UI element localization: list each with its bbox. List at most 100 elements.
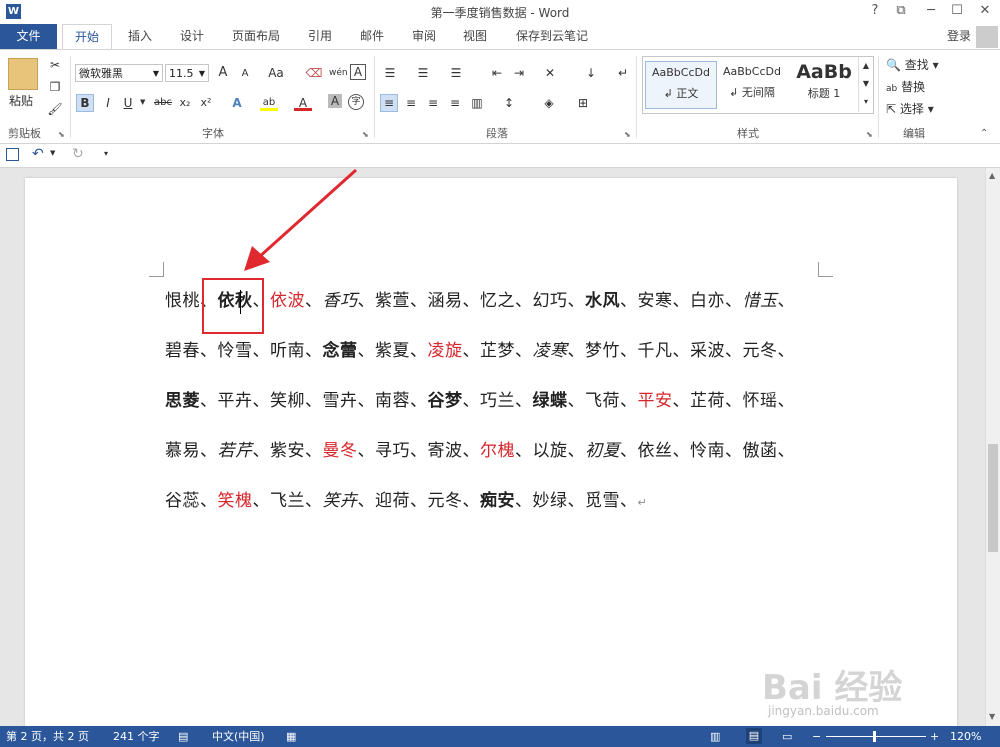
redo-icon[interactable]: ↻ [72,146,84,162]
subscript-button[interactable]: x₂ [176,94,194,112]
styles-scroll[interactable]: ▲ ▼ ▾ [858,57,873,112]
tab-file[interactable]: 文件 [0,24,57,49]
phonetic-guide-icon[interactable]: wén [329,64,348,82]
tab-home[interactable]: 开始 [62,24,112,49]
tab-review[interactable]: 审阅 [410,24,438,49]
style-heading-1[interactable]: AaBb 标题 1 [789,61,859,107]
character-border-icon[interactable]: A [350,64,366,80]
shading-icon[interactable]: ◈ [540,94,558,112]
character-shading-icon[interactable]: A [328,94,342,108]
web-layout-icon[interactable]: ▭ [782,726,792,747]
select-label: 选择 [899,102,924,116]
strikethrough-button[interactable]: abc [150,94,176,112]
zoom-slider-thumb[interactable] [873,731,876,742]
clipboard-group-label: 剪贴板 [8,127,41,140]
save-icon[interactable] [6,148,19,161]
customize-qat-icon[interactable]: ▾ [104,149,108,158]
style-no-spacing[interactable]: AaBbCcDd ↲ 无间隔 [717,61,787,107]
read-mode-icon[interactable]: ▥ [710,726,720,747]
font-name-combo[interactable]: 微软雅黑 ▼ [75,64,163,82]
scroll-up-icon[interactable]: ▲ [989,171,995,180]
tab-mailings[interactable]: 邮件 [358,24,386,49]
watermark-logo: Bai 经验 [762,668,903,708]
font-size-combo[interactable]: 11.5 ▼ [165,64,209,82]
sort-icon[interactable]: ↓ [582,64,600,82]
borders-icon[interactable]: ⊞ [574,94,592,112]
underline-button[interactable]: U [119,94,137,112]
line-spacing-icon[interactable]: ↕ [500,94,518,112]
login-link[interactable]: 登录 [945,24,973,49]
maximize-button[interactable]: ☐ [946,2,968,20]
vertical-scrollbar[interactable]: ▲ ▼ [985,168,1000,726]
justify-icon[interactable]: ≡ [446,94,464,112]
distributed-icon[interactable]: ▥ [468,94,486,112]
style-normal[interactable]: AaBbCcDd ↲ 正文 [645,61,717,109]
macro-icon[interactable]: ▦ [286,726,296,747]
paste-button[interactable]: 粘贴 [9,92,33,109]
chevron-down-icon: ▼ [198,69,205,78]
font-color-icon[interactable]: A [294,94,312,111]
minimize-button[interactable]: ─ [920,2,942,20]
enclose-characters-icon[interactable]: 字 [348,94,364,110]
zoom-in-icon[interactable]: + [930,726,939,747]
avatar[interactable] [976,26,998,48]
window-title: 第一季度销售数据 - Word [430,6,570,20]
dialog-launcher-icon[interactable]: ⬊ [362,130,369,139]
format-painter-icon[interactable]: 🖌 [46,100,64,118]
copy-icon[interactable]: ❐ [46,78,64,96]
document-area[interactable]: 恨桃、依秋、依波、香巧、紫萱、涵易、忆之、幻巧、水风、安寒、白亦、惜玉、 碧春、怜… [0,168,985,738]
increase-indent-icon[interactable]: ⇥ [510,64,528,82]
close-button[interactable]: ✕ [974,2,996,20]
bullets-icon[interactable]: ☰ [381,64,399,82]
select-button[interactable]: ⇱ 选择 ▾ [886,100,934,117]
scroll-thumb[interactable] [988,444,998,552]
align-right-icon[interactable]: ≡ [424,94,442,112]
word-count[interactable]: 241 个字 [113,726,160,747]
help-button[interactable]: ? [864,2,886,20]
align-center-icon[interactable]: ≡ [402,94,420,112]
tab-layout[interactable]: 页面布局 [230,24,282,49]
find-button[interactable]: 🔍 查找 ▾ [886,56,939,73]
undo-icon[interactable]: ↶ [32,146,44,162]
tab-insert[interactable]: 插入 [126,24,154,49]
chevron-down-icon[interactable]: ▼ [50,149,55,157]
show-marks-icon[interactable]: ↵ [614,64,632,82]
shrink-font-button[interactable]: A [236,65,254,83]
print-layout-icon[interactable]: ▤ [746,728,762,744]
align-left-icon[interactable]: ≡ [380,94,398,112]
ribbon-display-options-icon[interactable]: ⧉ [890,2,912,20]
highlight-icon[interactable]: ab [260,94,278,111]
italic-button[interactable]: I [99,94,117,112]
language-indicator[interactable]: 中文(中国) [212,726,265,747]
dialog-launcher-icon[interactable]: ⬊ [866,130,873,139]
collapse-ribbon-icon[interactable]: ⌃ [980,128,988,139]
text-effects-icon[interactable]: A [228,94,246,112]
dialog-launcher-icon[interactable]: ⬊ [624,130,631,139]
superscript-button[interactable]: x² [197,94,215,112]
clear-formatting-icon[interactable]: ⌫ [305,64,323,82]
grow-font-button[interactable]: A [214,64,232,82]
zoom-out-icon[interactable]: − [812,726,821,747]
tab-view[interactable]: 视图 [461,24,489,49]
proofing-icon[interactable]: ▤ [178,726,188,747]
tab-design[interactable]: 设计 [178,24,206,49]
paste-icon[interactable] [8,58,38,90]
multilevel-list-icon[interactable]: ☰ [447,64,465,82]
cut-icon[interactable]: ✂ [46,56,64,74]
scroll-down-icon[interactable]: ▼ [989,712,995,721]
chevron-down-icon[interactable]: ▼ [140,98,145,106]
decrease-indent-icon[interactable]: ⇤ [488,64,506,82]
bold-button[interactable]: B [76,94,94,112]
tab-save-cloud-notes[interactable]: 保存到云笔记 [514,24,590,49]
binoculars-icon: 🔍 [886,58,901,72]
change-case-button[interactable]: Aa [264,64,288,82]
chinese-layout-icon[interactable]: ✕ [541,64,559,82]
page-indicator[interactable]: 第 2 页，共 2 页 [6,726,89,747]
dialog-launcher-icon[interactable]: ⬊ [58,130,65,139]
numbering-icon[interactable]: ☰ [414,64,432,82]
tab-references[interactable]: 引用 [306,24,334,49]
replace-button[interactable]: ab 替换 [886,78,925,95]
zoom-level[interactable]: 120% [950,726,981,747]
style-preview: AaBbCcDd [723,65,781,78]
zoom-slider[interactable] [826,736,926,737]
